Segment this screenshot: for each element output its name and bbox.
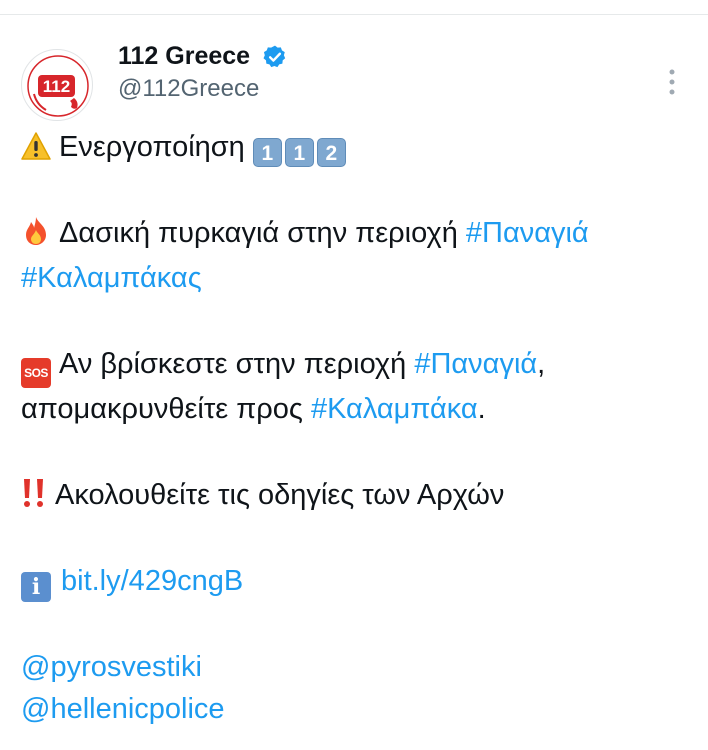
mention-line-2: @hellenicpolice: [21, 690, 225, 728]
tweet-line-move-away: απομακρυνθείτε προς #Καλαμπάκα.: [21, 390, 486, 428]
keycap-1-icon: 1: [284, 138, 314, 167]
activation-text: Ενεργοποίηση: [59, 131, 245, 163]
avatar-label: 112: [43, 77, 70, 96]
hashtag-link-panagia[interactable]: #Παναγιά: [466, 217, 589, 249]
keycap-1-icon: 1: [252, 138, 282, 167]
hashtag-link-kalampakas[interactable]: #Καλαμπάκας: [21, 262, 202, 294]
keycap-2-icon: 2: [316, 138, 346, 167]
sos-text: Αν βρίσκεστε στην περιοχή: [59, 348, 415, 380]
fire-icon: [26, 217, 46, 245]
move-away-suffix: .: [477, 393, 486, 425]
mention-link-pyrosvestiki[interactable]: @pyrosvestiki: [21, 651, 202, 683]
logo-112-icon: 112: [27, 55, 89, 117]
double-exclamation-icon: [24, 479, 43, 507]
tweet-line-activation: Ενεργοποίηση 112: [21, 128, 349, 167]
info-icon: i: [21, 572, 51, 602]
move-away-text: απομακρυνθείτε προς: [21, 393, 311, 425]
warning-icon: [21, 132, 51, 160]
tweet-line-follow-instructions: Ακολουθείτε τις οδηγίες των Αρχών: [21, 476, 504, 514]
tweet-line-link: i bit.ly/429cngB: [21, 562, 243, 602]
tweet-line-sos: SOS Αν βρίσκεστε στην περιοχή #Παναγιά,: [21, 345, 545, 388]
short-link[interactable]: bit.ly/429cngB: [61, 565, 243, 597]
mention-link-hellenicpolice[interactable]: @hellenicpolice: [21, 693, 225, 725]
follow-instructions-text: Ακολουθείτε τις οδηγίες των Αρχών: [55, 479, 505, 511]
tweet-line-fire: Δασική πυρκαγιά στην περιοχή #Παναγιά: [21, 214, 589, 252]
account-handle[interactable]: @112Greece: [118, 75, 259, 103]
hashtag-link-panagia[interactable]: #Παναγιά: [414, 348, 537, 380]
tweet-line-kalampakas: #Καλαμπάκας: [21, 259, 202, 297]
mention-line-1: @pyrosvestiki: [21, 648, 202, 686]
sos-icon: SOS: [21, 358, 51, 388]
tweet-card[interactable]: 112 112 Greece @112Greece Ενεργοποίηση 1…: [0, 15, 708, 750]
avatar[interactable]: 112: [21, 49, 93, 121]
sos-suffix: ,: [537, 348, 546, 380]
verified-badge-icon: [263, 45, 286, 68]
display-name[interactable]: 112 Greece: [118, 42, 250, 71]
more-options-icon[interactable]: [661, 67, 683, 97]
hashtag-link-kalampaka[interactable]: #Καλαμπάκα: [311, 393, 478, 425]
fire-text: Δασική πυρκαγιά στην περιοχή: [59, 217, 466, 249]
